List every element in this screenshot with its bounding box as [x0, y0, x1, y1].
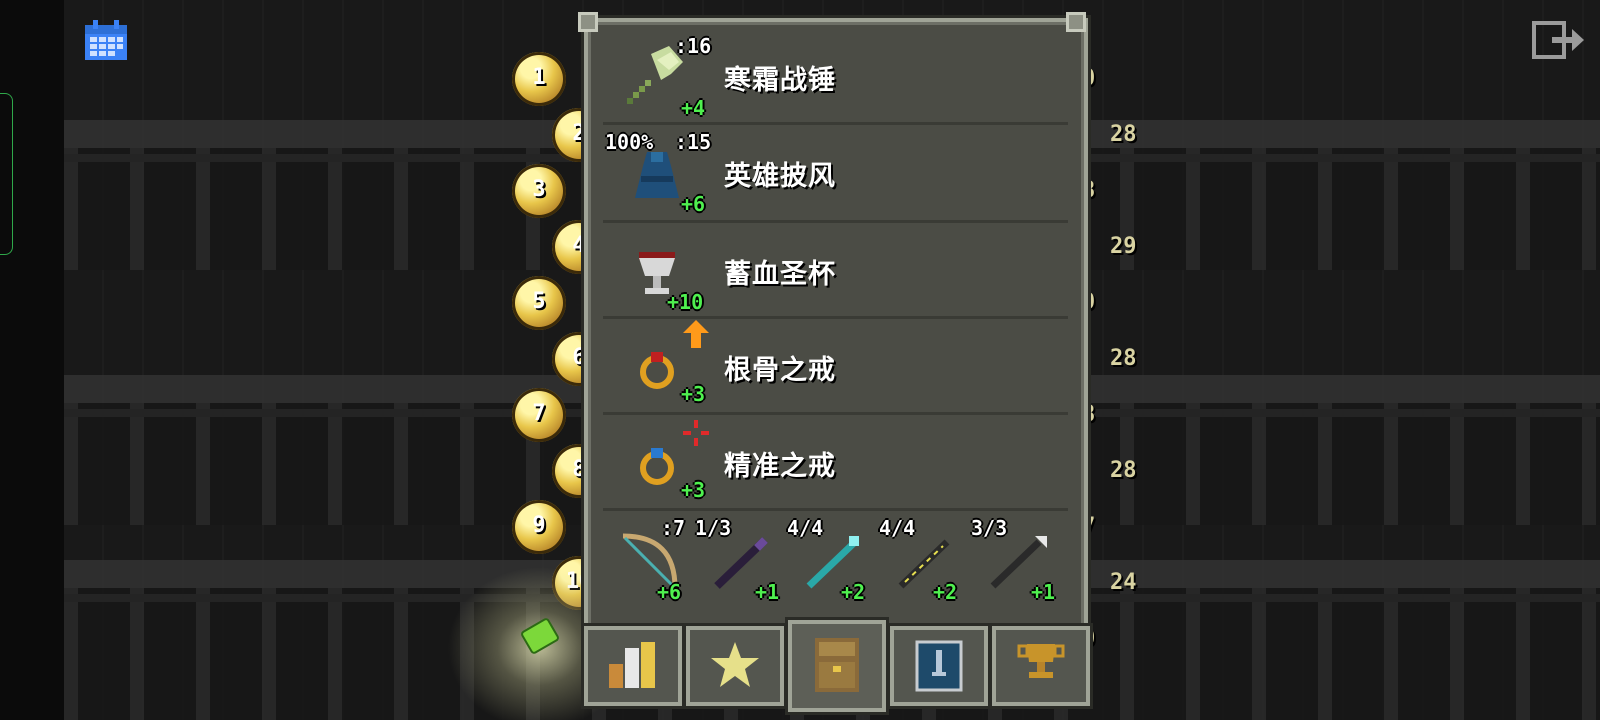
rank-badge[interactable]: 1	[512, 52, 566, 106]
item-durability: 100%	[605, 130, 654, 154]
wand-level: +1	[1031, 580, 1056, 604]
quickslot-row: :7 +6 1/3 +1 4/4 +2 4/4 +2 3/3 +1	[603, 512, 1068, 610]
wand-charges: 3/3	[971, 516, 1008, 540]
star-icon	[711, 642, 759, 687]
rank-badge[interactable]: 5	[512, 276, 566, 330]
inventory-item-weapon[interactable]: :16 +4 寒霜战锤	[603, 30, 1068, 122]
tab-stats[interactable]	[584, 626, 682, 706]
wand-level: +2	[841, 580, 866, 604]
side-drawer-handle[interactable]	[0, 93, 13, 255]
crosshair-icon	[683, 420, 709, 451]
trophy-icon	[1017, 644, 1065, 678]
rank-score: 28	[1110, 346, 1137, 371]
item-quantity: :16	[675, 34, 712, 58]
divider	[603, 316, 1068, 319]
item-level: +10	[667, 290, 704, 314]
rank-number: 1	[532, 65, 546, 90]
rank-number: 9	[532, 513, 546, 538]
stats-icon	[609, 642, 655, 688]
upgrade-arrow-icon	[683, 320, 709, 353]
rank-number: 5	[532, 289, 546, 314]
wand-slot[interactable]: 1/3 +1	[695, 512, 783, 610]
divider	[603, 220, 1068, 223]
inventory-item-artifact[interactable]: +10 蓄血圣杯	[603, 224, 1068, 316]
rank-badge[interactable]: 7	[512, 388, 566, 442]
wand-slot[interactable]: 3/3 +1	[971, 512, 1059, 610]
wand-level: +1	[755, 580, 780, 604]
wand-charges: 4/4	[879, 516, 916, 540]
inventory-item-ring[interactable]: +3 根骨之戒	[603, 320, 1068, 412]
wand-level: +2	[933, 580, 958, 604]
rank-score: 29	[1110, 234, 1137, 259]
rank-number: 3	[532, 177, 546, 202]
inventory-item-armor[interactable]: 100% :15 +6 英雄披风	[603, 126, 1068, 218]
wand-slot[interactable]: 4/4 +2	[879, 512, 967, 610]
item-name: 寒霜战锤	[724, 65, 836, 96]
item-name: 英雄披风	[724, 161, 836, 192]
divider	[603, 508, 1068, 511]
item-level: +3	[681, 382, 706, 406]
rank-number: 7	[532, 401, 546, 426]
journal-icon	[915, 640, 963, 692]
item-name: 蓄血圣杯	[724, 259, 836, 290]
item-quantity: :15	[675, 130, 712, 154]
divider	[603, 412, 1068, 415]
wand-charges: 1/3	[695, 516, 732, 540]
wand-slot[interactable]: :7 +6	[603, 512, 691, 610]
tab-journal[interactable]	[890, 626, 988, 706]
tab-rankings[interactable]	[992, 626, 1090, 706]
item-level: +4	[681, 96, 706, 120]
item-level: +6	[681, 192, 706, 216]
calendar-icon[interactable]	[85, 20, 127, 60]
panel-corner	[1066, 12, 1086, 32]
wand-slot[interactable]: 4/4 +2	[787, 512, 875, 610]
item-level: +3	[681, 478, 706, 502]
inventory-item-ring[interactable]: +3 精准之戒	[603, 416, 1068, 508]
rank-score: 28	[1110, 458, 1137, 483]
item-name: 精准之戒	[724, 451, 836, 482]
rank-badge[interactable]: 3	[512, 164, 566, 218]
wand-level: +6	[657, 580, 682, 604]
panel-corner	[578, 12, 598, 32]
item-name: 根骨之戒	[724, 355, 836, 386]
tab-inventory[interactable]	[788, 620, 886, 712]
wand-charges: 4/4	[787, 516, 824, 540]
backpack-icon	[815, 638, 859, 692]
rank-score: 28	[1110, 122, 1137, 147]
divider	[603, 122, 1068, 125]
exit-icon[interactable]	[1532, 20, 1584, 60]
tab-badges[interactable]	[686, 626, 784, 706]
wand-charges: :7	[661, 516, 686, 540]
rank-score: 24	[1110, 570, 1137, 595]
rank-badge[interactable]: 9	[512, 500, 566, 554]
